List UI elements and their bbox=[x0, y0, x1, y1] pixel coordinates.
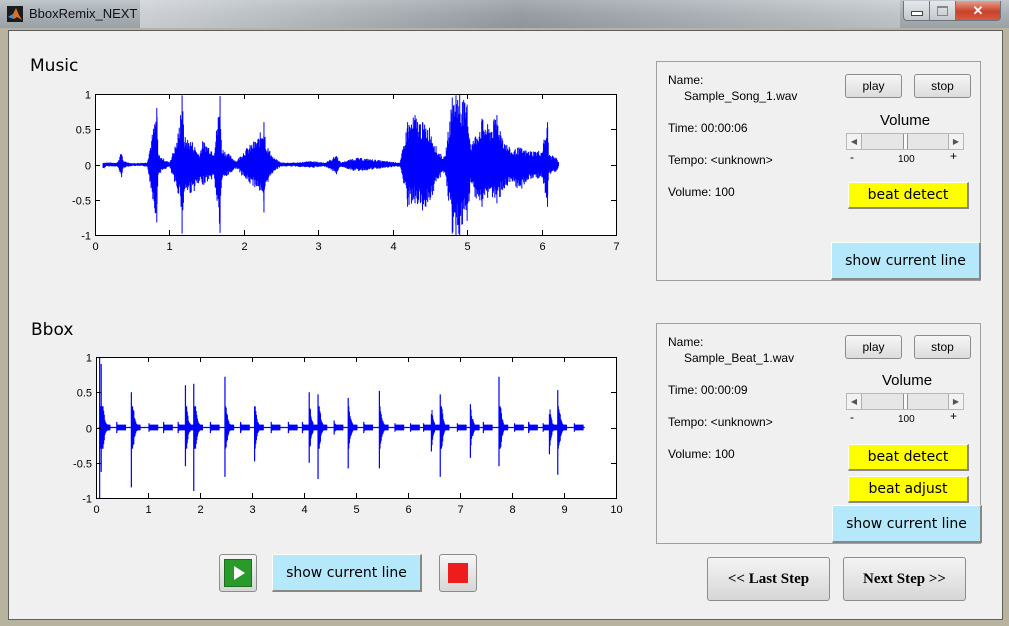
figure-client-area: Music 0 1 2 3 4 5 6 7 1 0.5 0 -0.5 -1 Bbox 012345678… bbox=[8, 30, 1003, 620]
play-all-button[interactable] bbox=[219, 554, 257, 592]
x-tick-label: 7 bbox=[457, 504, 463, 516]
close-icon: ✕ bbox=[972, 2, 984, 18]
music-file-name: Sample_Song_1.wav bbox=[684, 89, 798, 103]
music-waveform-plot[interactable]: 0 1 2 3 4 5 6 7 1 0.5 0 -0.5 -1 bbox=[69, 86, 629, 261]
slider-right-arrow-icon[interactable]: ▶ bbox=[948, 134, 963, 149]
next-step-button[interactable]: Next Step >> bbox=[843, 557, 966, 601]
x-tick-label: 4 bbox=[390, 241, 396, 253]
y-tick-label: -1 bbox=[82, 494, 92, 506]
music-time: Time: 00:00:06 bbox=[668, 121, 748, 135]
y-tick-label: -0.5 bbox=[72, 196, 91, 208]
music-stop-button[interactable]: stop bbox=[914, 74, 971, 98]
music-volume-max-label: + bbox=[950, 149, 958, 163]
maximize-button[interactable] bbox=[930, 1, 956, 21]
y-tick-label: 0 bbox=[85, 161, 91, 173]
bbox-volume-slider[interactable]: ◀ ▶ bbox=[846, 393, 964, 410]
music-section-title: Music bbox=[30, 56, 79, 76]
slider-right-arrow-icon[interactable]: ▶ bbox=[948, 394, 963, 409]
x-tick-label: 7 bbox=[613, 241, 619, 253]
x-tick-label: 1 bbox=[145, 504, 151, 516]
music-show-current-line-button[interactable]: show current line bbox=[831, 242, 981, 280]
y-tick-label: 1 bbox=[86, 353, 92, 365]
music-beat-detect-button[interactable]: beat detect bbox=[848, 182, 969, 209]
x-tick-label: 10 bbox=[610, 504, 622, 516]
y-tick-label: -0.5 bbox=[73, 459, 92, 471]
window-controls: ✕ bbox=[903, 1, 1001, 21]
y-tick-label: -1 bbox=[81, 231, 91, 243]
stop-all-button[interactable] bbox=[439, 554, 477, 592]
bbox-volume-max-label: + bbox=[950, 409, 958, 423]
slider-left-arrow-icon[interactable]: ◀ bbox=[847, 394, 862, 409]
bbox-time: Time: 00:00:09 bbox=[668, 383, 748, 397]
music-info-panel: Name: Sample_Song_1.wav Time: 00:00:06 T… bbox=[656, 61, 981, 281]
bbox-play-button[interactable]: play bbox=[845, 335, 902, 359]
x-tick-label: 8 bbox=[509, 504, 515, 516]
minimize-icon bbox=[910, 11, 923, 16]
music-volume-value: 100 bbox=[898, 154, 915, 165]
last-step-button[interactable]: << Last Step bbox=[707, 557, 830, 601]
slider-left-arrow-icon[interactable]: ◀ bbox=[847, 134, 862, 149]
bbox-info-panel: Name: Sample_Beat_1.wav Time: 00:00:09 T… bbox=[656, 323, 982, 544]
title-bar[interactable]: BboxRemix_NEXT ✕ bbox=[0, 0, 1009, 28]
bbox-show-current-line-button[interactable]: show current line bbox=[832, 505, 982, 543]
matlab-app-icon bbox=[7, 6, 23, 22]
x-tick-label: 6 bbox=[539, 241, 545, 253]
bbox-volume-readout: Volume: 100 bbox=[668, 447, 735, 461]
bbox-name-label: Name: bbox=[668, 335, 704, 349]
music-volume-slider-thumb[interactable] bbox=[902, 134, 908, 149]
bbox-beat-detect-button[interactable]: beat detect bbox=[848, 444, 969, 471]
stop-icon bbox=[448, 563, 468, 583]
bbox-volume-title: Volume bbox=[882, 372, 933, 389]
x-tick-label: 2 bbox=[241, 241, 247, 253]
x-tick-label: 5 bbox=[353, 504, 359, 516]
bbox-volume-value: 100 bbox=[898, 414, 915, 425]
x-tick-label: 6 bbox=[405, 504, 411, 516]
play-icon bbox=[224, 559, 252, 587]
x-tick-label: 9 bbox=[561, 504, 567, 516]
x-tick-label: 1 bbox=[166, 241, 172, 253]
x-tick-label: 3 bbox=[315, 241, 321, 253]
music-tempo: Tempo: <unknown> bbox=[668, 153, 773, 167]
music-volume-slider[interactable]: ◀ ▶ bbox=[846, 133, 964, 150]
window-title: BboxRemix_NEXT bbox=[29, 6, 138, 21]
x-tick-label: 5 bbox=[464, 241, 470, 253]
bbox-waveform-plot[interactable]: 0 1 2 3 4 5 6 7 8 9 10 1 0.5 0 -0.5 -1 bbox=[69, 349, 629, 524]
x-tick-label: 0 bbox=[93, 504, 99, 516]
title-bar-background bbox=[140, 0, 900, 28]
bbox-file-name: Sample_Beat_1.wav bbox=[684, 351, 795, 365]
minimize-button[interactable] bbox=[903, 1, 930, 21]
music-volume-readout: Volume: 100 bbox=[668, 185, 735, 199]
bbox-stop-button[interactable]: stop bbox=[914, 335, 971, 359]
bbox-volume-min-label: - bbox=[850, 410, 854, 424]
bbox-section-title: Bbox bbox=[31, 320, 74, 340]
music-play-button[interactable]: play bbox=[845, 74, 902, 98]
maximize-icon bbox=[937, 5, 948, 16]
x-tick-label: 2 bbox=[197, 504, 203, 516]
bbox-volume-slider-thumb[interactable] bbox=[902, 394, 908, 409]
bbox-tempo: Tempo: <unknown> bbox=[668, 415, 773, 429]
music-name-label: Name: bbox=[668, 73, 704, 87]
y-tick-label: 1 bbox=[85, 90, 91, 102]
x-tick-label: 4 bbox=[301, 504, 307, 516]
bbox-beat-adjust-button[interactable]: beat adjust bbox=[848, 476, 969, 503]
x-tick-label: 3 bbox=[249, 504, 255, 516]
close-button[interactable]: ✕ bbox=[956, 1, 1001, 21]
y-tick-label: 0.5 bbox=[76, 125, 91, 137]
music-volume-title: Volume bbox=[880, 112, 931, 129]
x-tick-label: 0 bbox=[92, 241, 98, 253]
y-tick-label: 0.5 bbox=[77, 388, 92, 400]
bottom-show-current-line-button[interactable]: show current line bbox=[272, 554, 422, 592]
music-volume-min-label: - bbox=[850, 150, 854, 164]
y-tick-label: 0 bbox=[86, 424, 92, 436]
